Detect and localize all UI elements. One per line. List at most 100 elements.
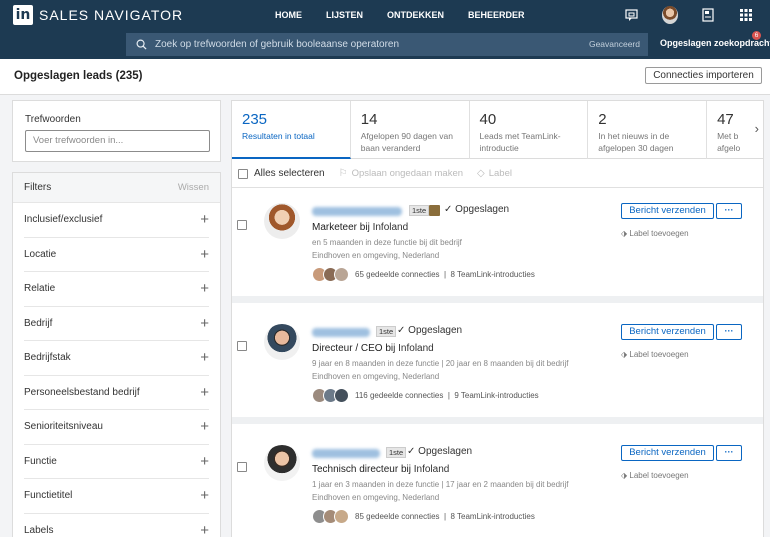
nav-beheerder[interactable]: BEHEERDER — [468, 10, 525, 20]
filter-functie[interactable]: Functie + — [24, 445, 209, 479]
lead-tenure: 1 jaar en 3 maanden in deze functie | 17… — [312, 480, 569, 489]
message-icon[interactable] — [624, 7, 640, 23]
job-title: Technisch directeur — [312, 464, 399, 475]
company-link[interactable]: Infoland — [414, 464, 450, 475]
lead-name-blurred[interactable] — [312, 449, 380, 458]
filter-senioriteitsniveau[interactable]: Senioriteitsniveau + — [24, 410, 209, 445]
filter-label: Bedrijf — [24, 317, 53, 329]
connections-row[interactable]: 65 gedeelde connecties | 8 TeamLink-intr… — [312, 267, 535, 282]
lead-photo[interactable] — [264, 445, 300, 481]
lead-photo[interactable] — [264, 203, 300, 239]
profile-avatar[interactable] — [662, 6, 678, 24]
advanced-search-link[interactable]: Geavanceerd — [589, 39, 640, 49]
filter-bedrijf[interactable]: Bedrijf + — [24, 307, 209, 341]
add-label-button[interactable]: ⬗ Label toevoegen — [621, 350, 689, 359]
keywords-card: Trefwoorden Voer trefwoorden in... — [12, 100, 221, 162]
sales-navigator-logo[interactable]: in SALES NAVIGATOR — [13, 5, 183, 25]
saved-status: ✓ Opgeslagen — [397, 325, 463, 336]
send-message-button[interactable]: Bericht verzenden — [621, 324, 714, 340]
lead-title: Directeur / CEO bij Infoland — [312, 343, 434, 354]
search-bar: Zoek op trefwoorden of gebruik booleaans… — [0, 30, 770, 59]
chevron-right-icon[interactable]: › — [755, 121, 759, 136]
stat-total[interactable]: 235 Resultaten in totaal — [232, 101, 351, 159]
select-all-checkbox[interactable] — [238, 168, 248, 179]
company-link[interactable]: Infoland — [398, 343, 434, 354]
add-label-button[interactable]: ⬗ Label toevoegen — [621, 471, 689, 480]
clear-filters-button[interactable]: Wissen — [178, 182, 209, 193]
lead-location: Eindhoven en omgeving, Nederland — [312, 372, 440, 381]
degree-badge: 1ste — [376, 326, 397, 337]
import-connections-button[interactable]: Connecties importeren — [645, 67, 762, 84]
filter-locatie[interactable]: Locatie + — [24, 238, 209, 272]
filter-label: Locatie — [24, 248, 57, 260]
admin-icon[interactable] — [700, 7, 716, 23]
nav-home[interactable]: HOME — [275, 10, 302, 20]
lead-checkbox[interactable] — [237, 341, 247, 351]
more-options-button[interactable]: ··· — [716, 445, 742, 461]
at-word: bij — [359, 222, 370, 233]
filter-label: Functietitel — [24, 490, 73, 502]
lead-name-blurred[interactable] — [312, 207, 402, 216]
lead-location: Eindhoven en omgeving, Nederland — [312, 251, 440, 260]
company-link[interactable]: Infoland — [373, 222, 409, 233]
stat-teamlink[interactable]: 40 Leads met TeamLink-introductie — [470, 101, 589, 159]
stats-bar: 235 Resultaten in totaal 14 Afgelopen 90… — [232, 101, 763, 159]
select-all-label[interactable]: Alles selecteren — [254, 168, 325, 179]
send-message-button[interactable]: Bericht verzenden — [621, 203, 714, 219]
label-button: ◇ Label — [477, 168, 512, 179]
search-input[interactable]: Zoek op trefwoorden of gebruik booleaans… — [126, 33, 648, 56]
plus-icon: + — [200, 211, 209, 229]
selection-bar: Alles selecteren ⚐ Opslaan ongedaan maken… — [232, 160, 763, 188]
stat-partial[interactable]: 47 Met b afgelo › — [707, 101, 763, 159]
filter-functietitel[interactable]: Functietitel + — [24, 479, 209, 514]
nav-icons — [602, 0, 754, 30]
filter-labels[interactable]: Labels + — [24, 514, 209, 537]
filter-personeelsbestand[interactable]: Personeelsbestand bedrijf + — [24, 376, 209, 410]
job-title: Directeur / CEO — [312, 343, 383, 354]
lead-checkbox[interactable] — [237, 220, 247, 230]
plus-icon: + — [200, 245, 209, 263]
main-nav: HOME LIJSTEN ONTDEKKEN BEHEERDER — [275, 0, 549, 30]
filters-panel: Filters Wissen Inclusief/exclusief + Loca… — [12, 172, 221, 537]
stat-in-news[interactable]: 2 In het nieuws in de afgelopen 30 dagen — [588, 101, 708, 159]
shared-connections: 85 gedeelde connecties — [355, 512, 440, 521]
filter-inclusief-exclusief[interactable]: Inclusief/exclusief + — [24, 203, 209, 238]
connection-avatar — [334, 267, 349, 282]
add-label-text: Label toevoegen — [629, 350, 689, 359]
plus-icon: + — [200, 487, 209, 505]
connection-avatar — [334, 388, 349, 403]
saved-status: ✓ Opgeslagen — [444, 204, 510, 215]
more-options-button[interactable]: ··· — [716, 203, 742, 219]
teamlink-count: 8 TeamLink-introducties — [450, 270, 535, 279]
filter-bedrijfstak[interactable]: Bedrijfstak + — [24, 341, 209, 376]
add-label-button[interactable]: ⬗ Label toevoegen — [621, 229, 689, 238]
nav-ontdekken[interactable]: ONTDEKKEN — [387, 10, 444, 20]
lead-checkbox[interactable] — [237, 462, 247, 472]
filters-header: Filters Wissen — [13, 173, 220, 203]
unsave-label: Opslaan ongedaan maken — [351, 168, 464, 179]
stat-changed-jobs[interactable]: 14 Afgelopen 90 dagen van baan veranderd — [351, 101, 470, 159]
label-label: Label — [488, 168, 512, 179]
lead-title: Technisch directeur bij Infoland — [312, 464, 449, 475]
linkedin-member-icon — [429, 205, 440, 216]
lead-title: Marketeer bij Infoland — [312, 222, 408, 233]
filter-label: Relatie — [24, 283, 56, 295]
lead-photo[interactable] — [264, 324, 300, 360]
connections-row[interactable]: 85 gedeelde connecties | 8 TeamLink-intr… — [312, 509, 535, 524]
stat-number: 235 — [242, 111, 268, 128]
nav-lijsten[interactable]: LIJSTEN — [326, 10, 363, 20]
connections-row[interactable]: 116 gedeelde connecties | 9 TeamLink-int… — [312, 388, 539, 403]
more-options-button[interactable]: ··· — [716, 324, 742, 340]
send-message-button[interactable]: Bericht verzenden — [621, 445, 714, 461]
lead-name-blurred[interactable] — [312, 328, 370, 337]
keywords-input[interactable]: Voer trefwoorden in... — [25, 130, 210, 152]
search-icon — [136, 39, 147, 50]
apps-grid-icon[interactable] — [738, 7, 754, 23]
stat-label: Resultaten in totaal — [242, 131, 315, 141]
stat-label: Afgelopen 90 dagen van baan veranderd — [360, 131, 453, 153]
bookmark-icon: ⚐ — [338, 168, 348, 179]
stat-label: In het nieuws in de afgelopen 30 dagen — [598, 131, 674, 153]
saved-status: ✓ Opgeslagen — [407, 446, 473, 457]
teamlink-count: 9 TeamLink-introducties — [454, 391, 539, 400]
filter-relatie[interactable]: Relatie + — [24, 272, 209, 307]
